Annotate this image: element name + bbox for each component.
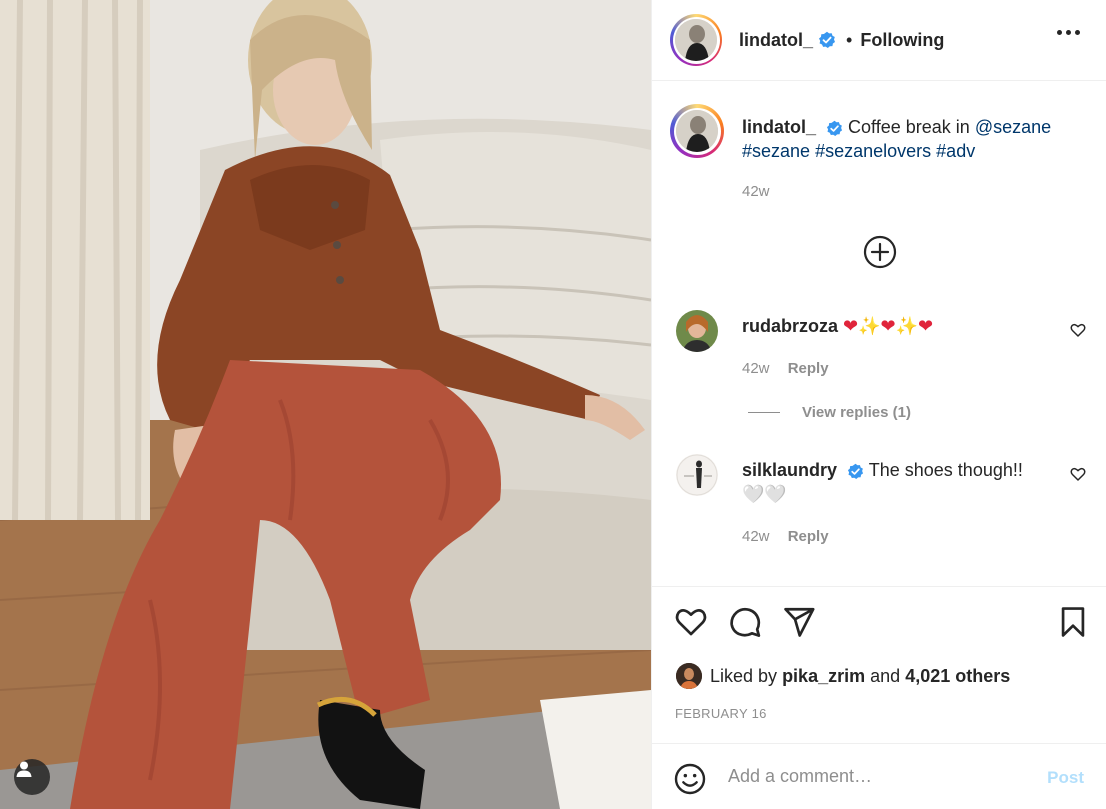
caption-username[interactable]: lindatol_ — [742, 117, 816, 137]
comment-body: The shoes though!! — [868, 460, 1023, 480]
likes-prefix: Liked by — [710, 665, 778, 686]
comment-icon[interactable] — [728, 605, 762, 639]
liker-avatar[interactable] — [676, 663, 702, 689]
verified-badge-icon — [848, 463, 864, 479]
add-comment-bar: Post — [652, 743, 1106, 809]
comments-list: lindatol_ Coffee break in @sezane #sezan… — [652, 82, 1106, 585]
comment-text: silklaundry The shoes though!! 🤍🤍 — [742, 458, 1042, 506]
post-actions: Liked by pika_zrim and 4,021 others FEBR… — [652, 586, 1106, 742]
view-replies-label: View replies (1) — [802, 404, 911, 421]
hashtag-link[interactable]: #sezane — [742, 141, 810, 161]
view-replies-button[interactable]: View replies (1) — [748, 404, 911, 421]
comment-text: rudabrzoza ❤✨❤✨❤ — [742, 314, 1042, 338]
user-tag-icon — [16, 761, 32, 777]
view-replies-line — [748, 412, 780, 413]
following-button[interactable]: Following — [860, 30, 944, 51]
more-options-icon[interactable] — [1057, 30, 1080, 35]
photo-illustration — [0, 0, 651, 809]
likes-conjunction: and — [870, 665, 901, 686]
comment-item: silklaundry The shoes though!! 🤍🤍 42w Re… — [676, 454, 1086, 554]
post-side-panel: lindatol_ • Following lindatol_ Coffee b… — [651, 0, 1106, 809]
caption-mention-link[interactable]: @sezane — [975, 117, 1051, 137]
load-more-comments-button[interactable] — [863, 235, 897, 274]
comment-username[interactable]: rudabrzoza — [742, 316, 838, 336]
caption-timestamp[interactable]: 42w — [742, 183, 770, 200]
caption-avatar[interactable] — [670, 104, 724, 158]
caption-text: lindatol_ Coffee break in @sezane #sezan… — [742, 115, 1072, 163]
load-more-plus-icon — [863, 235, 897, 269]
likes-count-button[interactable]: 4,021 others — [905, 666, 1010, 687]
comment-timestamp[interactable]: 42w — [742, 360, 770, 377]
add-comment-input[interactable] — [728, 766, 1018, 787]
caption-avatar-wrap — [670, 104, 724, 158]
emoji-icon[interactable] — [674, 763, 706, 795]
clipped-view-replies — [772, 572, 912, 578]
reply-button[interactable]: Reply — [788, 360, 829, 377]
post-photo[interactable] — [0, 0, 651, 809]
header-username[interactable]: lindatol_ — [739, 30, 813, 51]
comment-like-heart-icon[interactable] — [1070, 322, 1086, 338]
avatar — [676, 110, 718, 152]
comment-meta: 42w Reply — [742, 360, 829, 377]
comment-timestamp[interactable]: 42w — [742, 528, 770, 545]
user-tag-button[interactable] — [14, 759, 50, 795]
likes-summary: Liked by pika_zrim and 4,021 others — [676, 663, 1010, 689]
caption-body: Coffee break in — [848, 117, 970, 137]
comment-avatar[interactable] — [676, 310, 718, 352]
verified-badge-icon — [819, 31, 836, 48]
story-ring-avatar[interactable] — [670, 14, 722, 66]
hashtag-link[interactable]: #sezanelovers — [815, 141, 931, 161]
comment-avatar[interactable] — [676, 454, 718, 496]
hashtag-link[interactable]: #adv — [936, 141, 975, 161]
post-date[interactable]: FEBRUARY 16 — [675, 706, 767, 721]
comment-item: rudabrzoza ❤✨❤✨❤ 42w Reply — [676, 310, 1086, 400]
liker-username[interactable]: pika_zrim — [782, 666, 865, 687]
comment-meta: 42w Reply — [742, 528, 829, 545]
comment-emoji-text: ❤✨❤✨❤ — [843, 316, 934, 336]
comment-username[interactable]: silklaundry — [742, 460, 837, 480]
comment-like-heart-icon[interactable] — [1070, 466, 1086, 482]
heart-icon[interactable] — [674, 605, 708, 639]
reply-button[interactable]: Reply — [788, 528, 829, 545]
post-comment-button[interactable]: Post — [1047, 768, 1084, 788]
header-separator: • — [846, 29, 853, 50]
share-icon[interactable] — [782, 605, 816, 639]
comment-emoji-text: 🤍🤍 — [742, 484, 787, 504]
post-header: lindatol_ • Following — [652, 0, 1106, 81]
avatar — [675, 19, 717, 61]
save-bookmark-icon[interactable] — [1056, 605, 1090, 639]
verified-badge-icon — [826, 120, 843, 136]
